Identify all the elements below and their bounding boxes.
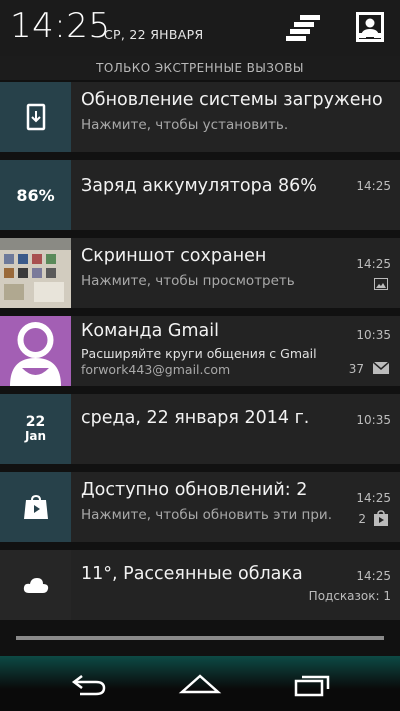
notification-gmail[interactable]: Команда Gmail Расширяйте круги общения с… [0, 316, 400, 386]
quick-settings-button[interactable] [282, 12, 322, 44]
back-button[interactable] [58, 666, 118, 702]
mail-icon [373, 362, 389, 374]
notification-title: 11°, Рассеянные облака [81, 564, 303, 584]
notification-text: Расширяйте круги общения с Gmail [81, 346, 317, 361]
notification-weather[interactable]: 11°, Рассеянные облака 14:25 Подсказок: … [0, 550, 400, 620]
system-update-icon [0, 82, 71, 152]
notification-header: 14:25 СР, 22 ЯНВАРЯ [0, 0, 400, 56]
battery-percent-text: 86% [16, 185, 55, 205]
notification-time: 10:35 [356, 328, 391, 342]
user-switch-button[interactable] [354, 10, 386, 44]
play-store-icon [0, 472, 71, 542]
clock: 14:25 [10, 6, 111, 46]
notification-title: Команда Gmail [81, 321, 219, 341]
calendar-day: 22 [25, 414, 46, 430]
notification-subtitle: Нажмите, чтобы обновить эти при. [81, 507, 332, 523]
home-icon [178, 674, 222, 694]
panel-drag-handle[interactable] [16, 636, 384, 640]
notification-subtitle: Нажмите, чтобы просмотреть [81, 273, 295, 289]
notification-title: Обновление системы загружено [81, 90, 383, 110]
notification-title: Скриншот сохранен [81, 246, 267, 266]
unread-count: 37 [348, 362, 364, 376]
screenshot-thumbnail [0, 238, 71, 308]
user-profile-icon [356, 12, 384, 42]
notification-battery[interactable]: 86% Заряд аккумулятора 86% 14:25 [0, 160, 400, 230]
notification-time: 14:25 [356, 491, 391, 505]
back-icon [71, 675, 106, 696]
notification-title: Доступно обновлений: 2 [81, 480, 308, 500]
notification-time: 10:35 [356, 413, 391, 427]
notification-title: среда, 22 января 2014 г. [81, 408, 310, 428]
date: СР, 22 ЯНВАРЯ [104, 27, 204, 42]
account-email: forwork443@gmail.com [81, 362, 231, 377]
notification-system-update[interactable]: Обновление системы загружено Нажмите, чт… [0, 82, 400, 152]
shopping-bag-icon [374, 510, 388, 526]
notification-subtitle: Нажмите, чтобы установить. [81, 117, 289, 133]
image-icon [374, 278, 388, 290]
contact-avatar-icon [0, 316, 71, 386]
navigation-bar [0, 656, 400, 711]
recents-icon [294, 675, 330, 697]
quick-settings-icon [286, 15, 320, 41]
calendar-month: Jan [24, 429, 47, 443]
suggestions-count: Подсказок: 1 [308, 589, 391, 603]
notification-calendar[interactable]: 22 Jan среда, 22 января 2014 г. 10:35 [0, 394, 400, 464]
cloud-icon [0, 550, 71, 620]
recents-button[interactable] [282, 666, 342, 702]
home-button[interactable] [170, 666, 230, 702]
battery-icon: 86% [0, 160, 71, 230]
calendar-icon: 22 Jan [0, 394, 71, 464]
notification-screenshot[interactable]: Скриншот сохранен Нажмите, чтобы просмот… [0, 238, 400, 308]
notification-time: 14:25 [356, 569, 391, 583]
notification-time: 14:25 [356, 179, 391, 193]
emergency-calls-banner: ТОЛЬКО ЭКСТРЕННЫЕ ВЫЗОВЫ [0, 56, 400, 80]
notification-title: Заряд аккумулятора 86% [81, 176, 317, 196]
notification-app-updates[interactable]: Доступно обновлений: 2 Нажмите, чтобы об… [0, 472, 400, 542]
notification-time: 14:25 [356, 257, 391, 271]
update-count: 2 [358, 512, 366, 526]
